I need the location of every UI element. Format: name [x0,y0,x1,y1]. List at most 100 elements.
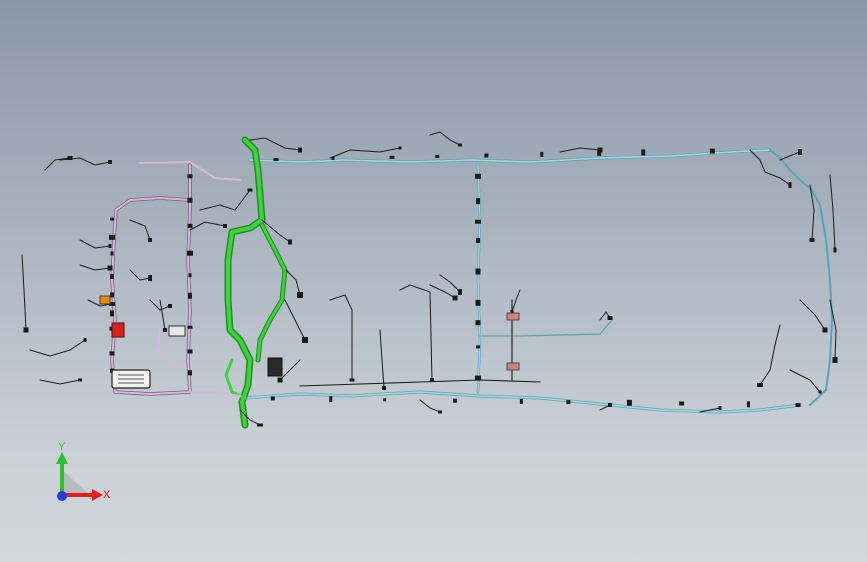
wire-connector[interactable] [108,160,112,164]
wire-connector[interactable] [540,151,544,157]
wire-connector[interactable] [187,197,193,203]
wire-connector[interactable] [475,299,481,306]
signal-wire[interactable] [21,254,27,331]
signal-wire[interactable] [829,174,836,251]
wire-connector[interactable] [23,327,29,333]
wire-connector[interactable] [833,247,837,253]
wire-connector[interactable] [398,146,402,150]
wiring-harness-model[interactable] [0,0,867,562]
main-trunk-group[interactable] [224,136,288,429]
wire-connector[interactable] [809,238,815,242]
wire-connector[interactable] [832,357,838,363]
wire-connector[interactable] [110,274,114,279]
wire-connector[interactable] [223,224,227,228]
right-side-loop[interactable] [769,149,833,406]
signal-wire[interactable] [429,284,456,299]
signal-wire[interactable] [29,339,86,357]
signal-wire[interactable] [129,219,151,241]
wire-connector[interactable] [746,401,750,408]
signal-wire[interactable] [749,149,791,186]
wire-connector[interactable] [188,273,192,278]
wire-connector[interactable] [110,217,114,221]
wire-connector[interactable] [475,320,481,326]
wire-connector[interactable] [798,149,802,155]
wire-connector[interactable] [187,174,193,179]
wire-connector[interactable] [349,378,355,382]
wire-connector[interactable] [430,378,434,382]
rear-wire-run[interactable] [299,379,541,387]
wire-connector[interactable] [107,265,113,271]
wire-connector[interactable] [302,337,308,343]
wire-connector[interactable] [475,219,481,224]
signal-wire[interactable] [429,131,461,146]
signal-wire[interactable] [789,369,821,393]
center-module[interactable] [168,325,186,337]
signal-wire[interactable] [759,324,781,386]
controller-block[interactable] [267,357,283,377]
wire-connector[interactable] [329,396,333,403]
wire-connector[interactable] [383,398,387,402]
signal-wire[interactable] [284,299,306,341]
signal-wire[interactable] [439,274,461,293]
signal-wire[interactable] [329,294,353,381]
wire-connector[interactable] [519,399,523,404]
frame-harness-group[interactable] [243,148,833,414]
signal-wire[interactable] [285,269,301,296]
wire-connector[interactable] [718,406,722,410]
wire-connector[interactable] [67,156,73,160]
wire-connector[interactable] [187,223,193,228]
wire-connector[interactable] [475,375,481,381]
relay-red-connector[interactable] [111,322,125,338]
signal-wire[interactable] [199,189,251,211]
signal-wire[interactable] [399,284,433,381]
wire-connector[interactable] [757,383,763,387]
wire-connector[interactable] [168,304,172,308]
wire-connector[interactable] [476,345,480,349]
wire-connector[interactable] [484,153,489,158]
signal-wire[interactable] [189,221,226,231]
wire-connector[interactable] [476,198,480,205]
wire-connector[interactable] [389,155,395,159]
wire-connector[interactable] [163,328,167,332]
rear-branch-wire[interactable] [479,319,613,337]
wire-connector[interactable] [607,316,613,320]
wire-connector[interactable] [452,295,458,301]
signal-wire[interactable] [511,289,521,313]
wire-connector[interactable] [641,149,646,156]
wire-connector[interactable] [331,156,335,160]
wire-connector[interactable] [608,403,612,407]
signal-wire[interactable] [159,299,166,331]
wire-connector[interactable] [788,182,792,188]
wire-connector[interactable] [109,351,115,356]
wire-connector[interactable] [458,143,462,147]
wire-connector[interactable] [475,173,481,179]
signal-wire[interactable] [379,329,385,389]
signal-wire[interactable] [79,239,111,249]
signal-wire[interactable] [129,269,151,281]
wire-connector[interactable] [818,390,822,394]
fuse-box[interactable] [111,369,151,389]
wire-connector[interactable] [187,325,193,329]
wire-connector[interactable] [709,148,715,154]
wire-connector[interactable] [108,244,112,248]
wire-connector[interactable] [476,238,480,243]
wire-connector[interactable] [187,250,193,256]
signal-wire[interactable] [419,399,441,413]
wire-connector[interactable] [247,188,253,192]
wire-connector[interactable] [110,251,114,256]
wire-connector[interactable] [626,399,632,406]
wire-connector[interactable] [435,154,440,158]
signal-wire[interactable] [79,264,111,271]
wire-connector[interactable] [288,239,292,245]
wire-connector[interactable] [679,401,685,406]
wire-connector[interactable] [110,292,114,298]
wire-connector[interactable] [270,396,275,401]
wire-connector[interactable] [273,158,279,161]
signal-wire[interactable] [279,359,301,381]
wire-connector[interactable] [458,289,462,295]
relay-orange-connector[interactable] [99,295,111,305]
signal-wire[interactable] [559,147,601,153]
signal-wire[interactable] [779,151,801,161]
inline-splice-upper[interactable] [506,312,520,321]
wire-connector[interactable] [78,378,82,382]
